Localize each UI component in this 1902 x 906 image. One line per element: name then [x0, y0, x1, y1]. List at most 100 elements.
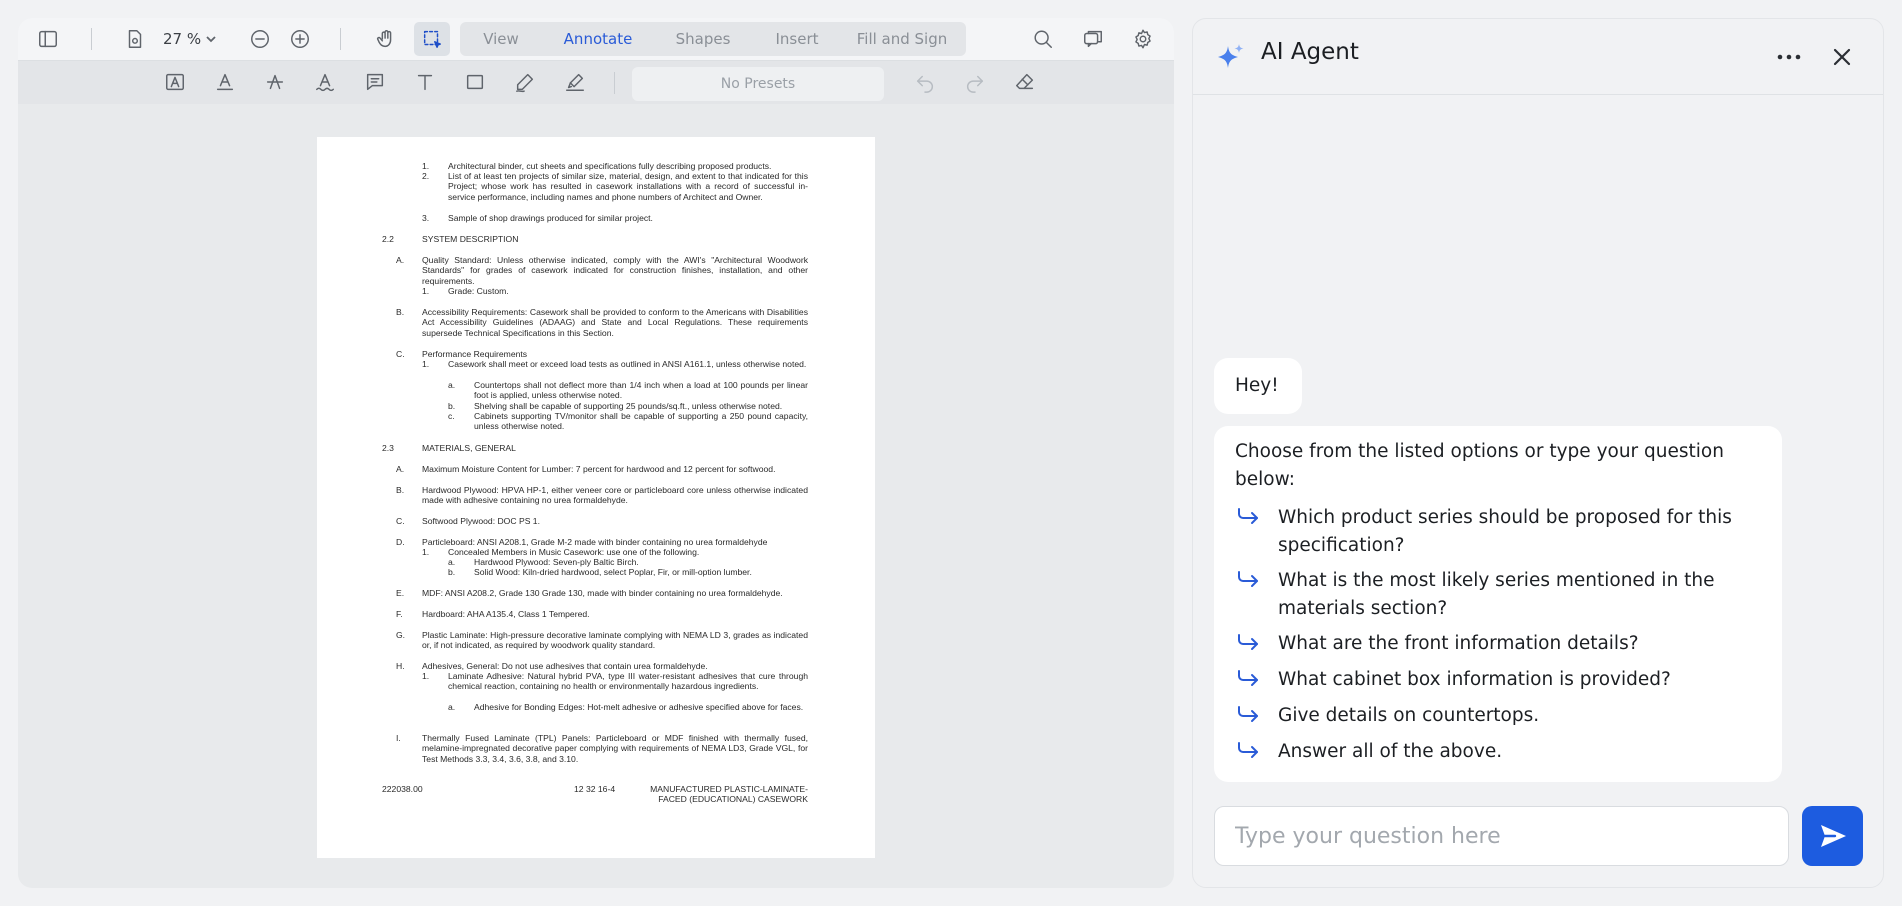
rectangle-icon[interactable] — [461, 68, 489, 96]
paragraph: Particleboard: ANSI A208.1, Grade M-2 ma… — [422, 537, 768, 547]
section-number: 2.3 — [382, 443, 394, 453]
text-strikethrough-icon[interactable] — [261, 68, 289, 96]
zoom-in-icon[interactable] — [286, 25, 314, 53]
mode-tabs: View Annotate Shapes Insert Fill and Sig… — [460, 22, 966, 56]
list-marker: E. — [396, 588, 405, 598]
reply-arrow-icon — [1236, 570, 1260, 590]
paragraph: Hardwood Plywood: Seven-ply Baltic Birch… — [474, 557, 639, 567]
search-icon[interactable] — [1029, 25, 1057, 53]
reply-arrow-icon — [1236, 507, 1260, 527]
footer-page-number: 12 32 16-4 — [574, 784, 616, 794]
options-prompt: Choose from the listed options or type y… — [1235, 441, 1724, 490]
document-page: 1. Architectural binder, cut sheets and … — [317, 137, 875, 858]
pan-hand-icon[interactable] — [372, 25, 400, 53]
paragraph: Thermally Fused Laminate (TPL) Panels: P… — [422, 733, 808, 764]
undo-icon[interactable] — [911, 68, 939, 96]
paragraph: Performance Requirements — [422, 349, 528, 359]
marquee-select-icon[interactable] — [414, 22, 450, 56]
list-marker: A. — [396, 255, 405, 265]
paragraph: Hardwood Plywood: HPVA HP-1, either vene… — [422, 485, 808, 506]
footer-section-title: MANUFACTURED PLASTIC-LAMINATE- FACED (ED… — [650, 784, 808, 805]
list-marker: a. — [448, 702, 456, 712]
pen-icon[interactable] — [511, 68, 539, 96]
sidebar-toggle-icon[interactable] — [34, 25, 62, 53]
list-marker: 1. — [422, 547, 430, 557]
list-marker: b. — [448, 567, 456, 577]
list-marker: 1. — [422, 359, 430, 369]
toolbar-divider — [614, 72, 615, 94]
text-squiggly-icon[interactable] — [311, 68, 339, 96]
option-label: Give details on countertops. — [1278, 705, 1540, 726]
text-tool-icon[interactable] — [411, 68, 439, 96]
list-marker: 3. — [422, 213, 430, 223]
question-input[interactable] — [1214, 806, 1789, 866]
comment-note-icon[interactable] — [361, 68, 389, 96]
tab-annotate[interactable]: Annotate — [542, 30, 654, 48]
document-settings-icon[interactable] — [121, 25, 149, 53]
eraser-icon[interactable] — [1011, 68, 1039, 96]
option-label: What is the most likely series mentioned… — [1278, 570, 1715, 619]
text-highlight-box-icon[interactable] — [161, 68, 189, 96]
zoom-dropdown[interactable]: 27 % — [163, 25, 217, 53]
section-heading: MATERIALS, GENERAL — [422, 443, 516, 453]
paragraph: Grade: Custom. — [448, 286, 509, 296]
list-marker: D. — [396, 537, 405, 547]
list-marker: G. — [396, 630, 406, 640]
list-marker: 1. — [422, 286, 430, 296]
paragraph: Casework shall meet or exceed load tests… — [448, 359, 807, 369]
pdf-viewer: 27 % View Annotate Shapes Insert Fill an… — [18, 18, 1174, 888]
paragraph: Cabinets supporting TV/monitor shall be … — [474, 411, 808, 432]
chat-header: AI Agent — [1193, 19, 1883, 95]
tab-insert[interactable]: Insert — [752, 30, 842, 48]
footer-project-number: 222038.00 — [382, 784, 423, 794]
tab-fill-and-sign[interactable]: Fill and Sign — [842, 30, 962, 48]
greeting-message: Hey! — [1214, 358, 1302, 414]
list-marker: B. — [396, 485, 405, 495]
list-marker: I. — [396, 733, 401, 743]
list-marker: c. — [448, 411, 455, 421]
reply-arrow-icon — [1236, 669, 1260, 689]
zoom-out-icon[interactable] — [246, 25, 274, 53]
paragraph: Accessibility Requirements: Casework sha… — [422, 307, 808, 338]
gear-icon[interactable] — [1129, 25, 1157, 53]
section-heading: SYSTEM DESCRIPTION — [422, 234, 519, 244]
paragraph: List of at least ten projects of similar… — [448, 171, 808, 202]
list-marker: B. — [396, 307, 405, 317]
list-marker: H. — [396, 661, 405, 671]
paragraph: Shelving shall be capable of supporting … — [474, 401, 783, 411]
list-marker: a. — [448, 380, 456, 390]
paragraph: Sample of shop drawings produced for sim… — [448, 213, 653, 223]
paragraph: Softwood Plywood: DOC PS 1. — [422, 516, 540, 526]
list-marker: 1. — [422, 671, 430, 681]
sparkle-icon — [1215, 41, 1247, 73]
tab-view[interactable]: View — [460, 30, 542, 48]
reply-arrow-icon — [1236, 633, 1260, 653]
close-icon[interactable] — [1828, 43, 1856, 71]
send-button[interactable] — [1802, 806, 1863, 866]
list-marker: C. — [396, 516, 405, 526]
presets-dropdown[interactable]: No Presets — [632, 67, 884, 101]
highlighter-icon[interactable] — [561, 68, 589, 96]
paragraph: Quality Standard: Unless otherwise indic… — [422, 255, 808, 286]
option-label: What cabinet box information is provided… — [1278, 669, 1671, 690]
text-underline-icon[interactable] — [211, 68, 239, 96]
reply-arrow-icon — [1236, 741, 1260, 761]
paragraph: MDF: ANSI A208.2, Grade 130 Grade 130, m… — [422, 588, 783, 598]
paragraph: Plastic Laminate: High-pressure decorati… — [422, 630, 808, 651]
more-options-icon[interactable] — [1773, 41, 1805, 73]
annotate-toolbar: No Presets — [18, 60, 1174, 104]
main-toolbar: 27 % View Annotate Shapes Insert Fill an… — [18, 18, 1174, 60]
paragraph: Hardboard: AHA A135.4, Class 1 Tempered. — [422, 609, 590, 619]
chat-title: AI Agent — [1261, 39, 1359, 65]
reply-arrow-icon — [1236, 705, 1260, 725]
toolbar-divider — [340, 28, 341, 50]
comments-icon[interactable] — [1079, 25, 1107, 53]
paragraph: Architectural binder, cut sheets and spe… — [448, 161, 772, 171]
tab-shapes[interactable]: Shapes — [654, 30, 752, 48]
paragraph: Countertops shall not deflect more than … — [474, 380, 808, 401]
list-marker: A. — [396, 464, 405, 474]
paragraph: Adhesive for Bonding Edges: Hot-melt adh… — [474, 702, 804, 712]
list-marker: b. — [448, 401, 456, 411]
paragraph: Adhesives, General: Do not use adhesives… — [422, 661, 708, 671]
redo-icon[interactable] — [961, 68, 989, 96]
